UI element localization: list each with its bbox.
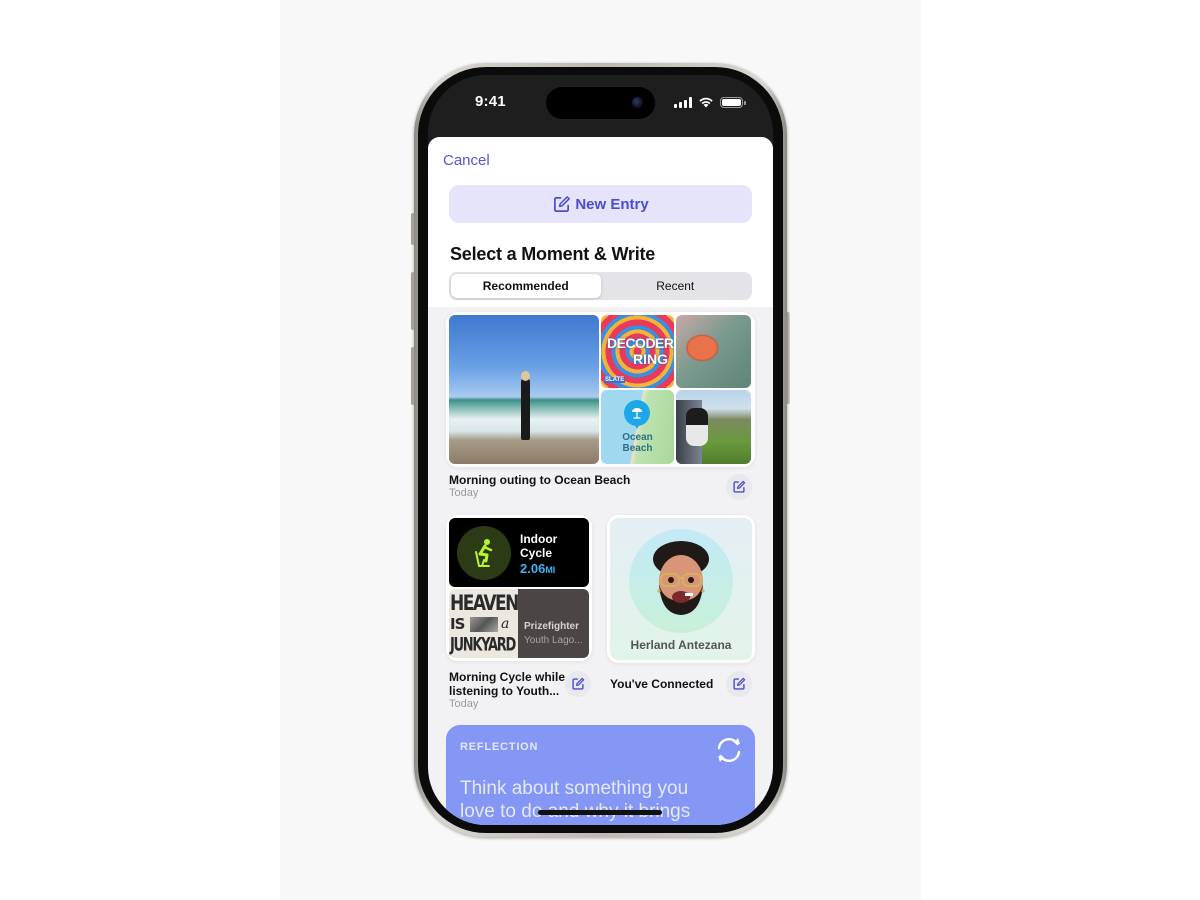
moment-date: Today xyxy=(449,698,479,710)
moment-filter-segmented-control: Recommended Recent xyxy=(449,272,752,300)
podcast-artwork-decoder-ring[interactable]: DECODER RING SLATE xyxy=(601,315,674,388)
indoor-cycle-icon xyxy=(475,539,493,567)
contact-tile[interactable]: Herland Antezana xyxy=(610,518,752,660)
compose-icon xyxy=(733,677,746,690)
contact-name: Herland Antezana xyxy=(630,638,732,652)
person-head xyxy=(521,371,530,381)
battery-icon xyxy=(720,96,746,108)
wifi-icon xyxy=(699,97,713,108)
moment-date: Today xyxy=(449,487,479,499)
write-entry-button[interactable] xyxy=(726,671,752,697)
album-line2: IS xyxy=(450,615,465,633)
music-artist: Prizefighter xyxy=(524,621,580,632)
podcast-publisher: SLATE xyxy=(604,377,626,383)
compose-icon xyxy=(554,195,571,212)
dog-figure xyxy=(686,408,708,446)
memoji-avatar xyxy=(653,541,709,615)
music-info-tile[interactable]: Prizefighter Youth Lago... xyxy=(518,589,589,658)
person-figure xyxy=(521,378,530,440)
front-camera-icon xyxy=(632,97,643,108)
map-location-line1: Ocean xyxy=(622,432,653,443)
album-art-heaven-is-a-junkyard[interactable]: HEAVEN IS a JUNKYARD xyxy=(449,589,518,658)
workout-name-line2: Cycle xyxy=(520,546,553,560)
workout-distance-value: 2.06 xyxy=(520,561,546,576)
new-entry-label: New Entry xyxy=(575,195,649,213)
music-album: Youth Lago... xyxy=(524,635,583,646)
album-line4: JUNKYARD xyxy=(450,635,516,656)
avatar-circle xyxy=(629,529,733,633)
photo-beach[interactable] xyxy=(449,315,599,464)
map-pin xyxy=(624,400,650,426)
home-indicator[interactable] xyxy=(538,810,662,815)
album-line1: HEAVEN xyxy=(450,591,518,616)
moment-title: Morning Cycle while listening to Youth..… xyxy=(449,670,566,698)
new-entry-button[interactable]: New Entry xyxy=(449,185,752,223)
album-photo xyxy=(470,617,498,632)
write-entry-button[interactable] xyxy=(565,671,591,697)
cellular-signal-icon xyxy=(674,96,692,108)
cancel-button[interactable]: Cancel xyxy=(443,152,490,169)
tab-recent[interactable]: Recent xyxy=(601,274,751,298)
compose-icon xyxy=(572,677,585,690)
status-icons xyxy=(674,96,746,108)
reflection-prompt[interactable]: Think about something you love to do and… xyxy=(460,777,720,823)
tab-recommended[interactable]: Recommended xyxy=(451,274,601,298)
beach-umbrella-icon xyxy=(632,408,642,419)
workout-tile[interactable]: Indoor Cycle 2.06MI xyxy=(449,518,589,587)
podcast-title-line1: DECODER xyxy=(607,335,674,351)
map-location-line2: Beach xyxy=(622,443,653,454)
phone-screen: 9:41 Cancel New Entry Select a Moment & … xyxy=(428,75,773,825)
reflection-label: REFLECTION xyxy=(460,741,539,753)
compose-icon xyxy=(733,480,746,493)
map-pin-tip xyxy=(634,424,640,429)
moment-card-connected[interactable]: Herland Antezana xyxy=(607,515,755,663)
moment-title: You've Connected xyxy=(610,677,714,691)
podcast-title-line2: RING xyxy=(633,351,668,367)
workout-icon-circle xyxy=(457,526,511,580)
dynamic-island xyxy=(546,87,655,119)
new-entry-sheet: Cancel New Entry Select a Moment & Write… xyxy=(428,137,773,825)
status-time: 9:41 xyxy=(475,93,506,110)
write-entry-button[interactable] xyxy=(726,474,752,500)
moment-card-ocean-beach[interactable]: DECODER RING SLATE Ocean Beach xyxy=(446,312,755,467)
workout-name-line1: Indoor xyxy=(520,532,558,546)
moment-title: Morning outing to Ocean Beach xyxy=(449,473,631,487)
photo-shell[interactable] xyxy=(676,315,751,388)
workout-distance: 2.06MI xyxy=(520,561,555,576)
workout-distance-unit: MI xyxy=(545,565,556,575)
moment-card-morning-cycle[interactable]: Indoor Cycle 2.06MI HEAVEN IS a JUNKYARD… xyxy=(446,515,592,661)
section-title: Select a Moment & Write xyxy=(450,244,656,264)
photo-dog[interactable] xyxy=(676,390,751,464)
map-ocean-beach[interactable]: Ocean Beach xyxy=(601,390,674,464)
album-line3: a xyxy=(501,616,510,632)
refresh-icon[interactable] xyxy=(713,734,745,766)
